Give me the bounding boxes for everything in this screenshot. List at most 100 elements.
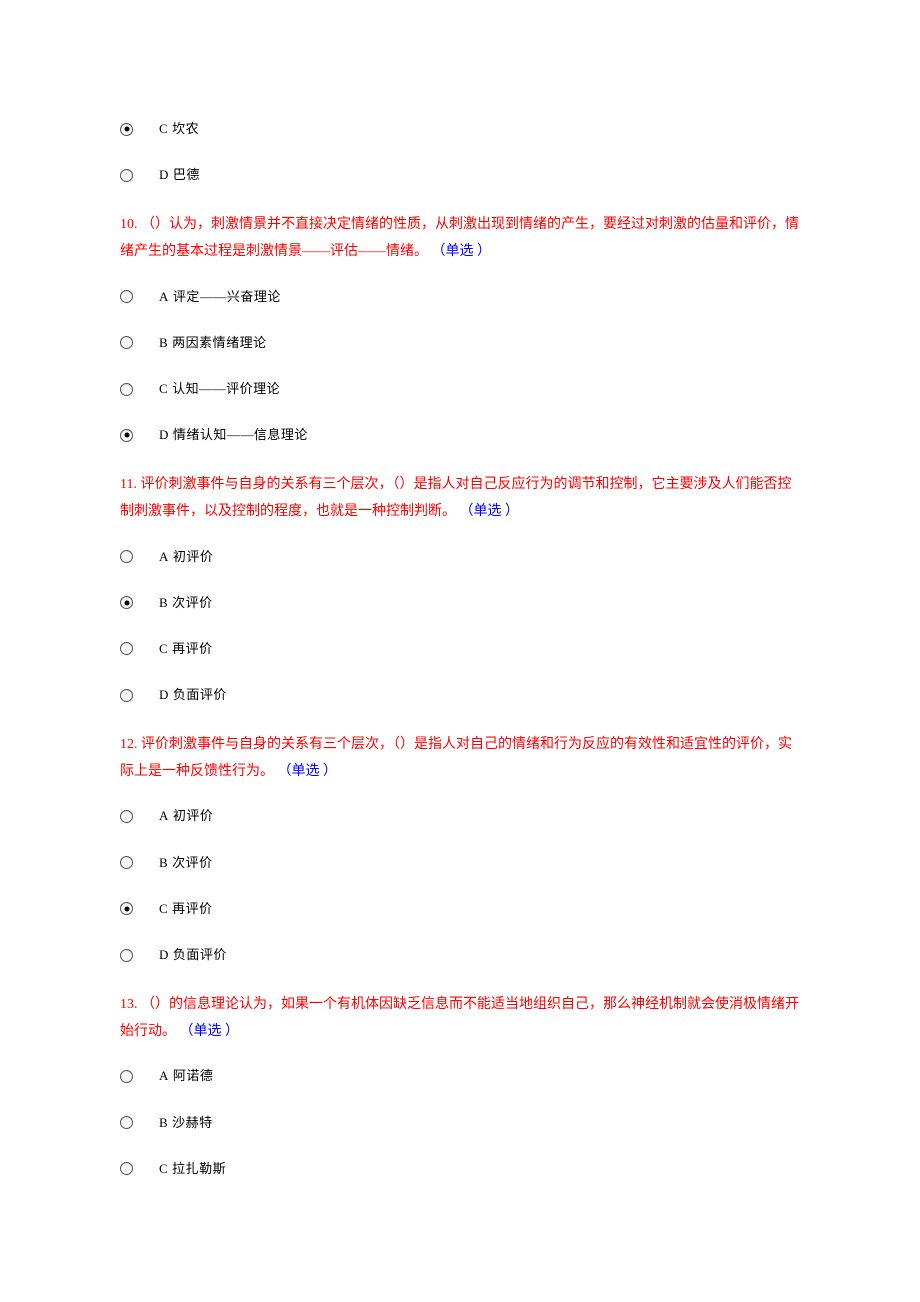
question-text: 13. （）的信息理论认为，如果一个有机体因缺乏信息而不能适当地组织自己，那么神… [120, 992, 800, 1045]
question-block: 12. 评价刺激事件与自身的关系有三个层次，（）是指人对自己的情绪和行为反应的有… [120, 732, 800, 964]
radio-button[interactable] [120, 123, 133, 136]
option-text: 认知——评价理论 [172, 381, 280, 396]
radio-button[interactable] [120, 290, 133, 303]
radio-button[interactable] [120, 596, 133, 609]
option-label: C认知——评价理论 [159, 380, 280, 398]
option-row[interactable]: C 坎农 [120, 120, 800, 138]
option-label: C 再评价 [159, 640, 213, 658]
option-letter: A [159, 808, 169, 823]
option-text: 评定——兴奋理论 [173, 289, 281, 304]
option-row[interactable]: C 再评价 [120, 640, 800, 658]
option-text: 负面评价 [173, 947, 227, 962]
option-label: B 沙赫特 [159, 1114, 213, 1132]
option-letter: A [159, 289, 169, 304]
option-letter: D [159, 687, 169, 702]
option-row[interactable]: D 巴德 [120, 166, 800, 184]
option-letter: C [159, 121, 168, 136]
radio-button[interactable] [120, 383, 133, 396]
question-number: 12. [120, 737, 138, 752]
radio-button[interactable] [120, 856, 133, 869]
option-label: B次评价 [159, 854, 213, 872]
option-label: A 评定——兴奋理论 [159, 288, 281, 306]
option-label: B 两因素情绪理论 [159, 334, 267, 352]
option-letter: C [159, 1161, 168, 1176]
option-label: D 负面评价 [159, 686, 227, 704]
option-text: 巴德 [173, 167, 200, 182]
option-row[interactable]: B次评价 [120, 854, 800, 872]
option-row[interactable]: B 两因素情绪理论 [120, 334, 800, 352]
radio-button[interactable] [120, 429, 133, 442]
option-label: B 次评价 [159, 594, 213, 612]
question-body: 评价刺激事件与自身的关系有三个层次，（）是指人对自己的情绪和行为反应的有效性和适… [120, 737, 792, 779]
radio-button[interactable] [120, 689, 133, 702]
question-number: 10. [120, 217, 138, 232]
option-row[interactable]: D 负面评价 [120, 946, 800, 964]
option-letter: A [159, 1068, 169, 1083]
question-number: 13. [120, 997, 138, 1012]
option-text: 情绪认知——信息理论 [173, 427, 308, 442]
option-label: A初评价 [159, 807, 213, 825]
option-label: D 情绪认知——信息理论 [159, 426, 308, 444]
option-text: 两因素情绪理论 [172, 335, 267, 350]
option-text: 沙赫特 [172, 1115, 213, 1130]
option-text: 再评价 [172, 901, 213, 916]
option-letter: C [159, 901, 168, 916]
question-block: 10. （）认为，刺激情景并不直接决定情绪的性质，从刺激出现到情绪的产生，要经过… [120, 212, 800, 444]
radio-button[interactable] [120, 902, 133, 915]
question-type: （单选 ） [278, 764, 338, 779]
question-block: 13. （）的信息理论认为，如果一个有机体因缺乏信息而不能适当地组织自己，那么神… [120, 992, 800, 1178]
option-letter: B [159, 855, 168, 870]
option-letter: C [159, 641, 168, 656]
radio-button[interactable] [120, 1070, 133, 1083]
option-letter: B [159, 335, 168, 350]
option-row[interactable]: C 再评价 [120, 900, 800, 918]
option-label: C 再评价 [159, 900, 213, 918]
question-number: 11. [120, 477, 137, 492]
question-type: （单选 ） [180, 1024, 240, 1039]
option-row[interactable]: C 拉扎勒斯 [120, 1160, 800, 1178]
option-row[interactable]: C认知——评价理论 [120, 380, 800, 398]
option-row[interactable]: B 沙赫特 [120, 1114, 800, 1132]
question-body: 评价刺激事件与自身的关系有三个层次，（）是指人对自己反应行为的调节和控制，它主要… [120, 477, 791, 519]
option-row[interactable]: D 负面评价 [120, 686, 800, 704]
question-block: 11. 评价刺激事件与自身的关系有三个层次，（）是指人对自己反应行为的调节和控制… [120, 472, 800, 704]
option-text: 负面评价 [173, 687, 227, 702]
option-letter: B [159, 1115, 168, 1130]
option-letter: B [159, 595, 168, 610]
option-text: 阿诺德 [173, 1068, 214, 1083]
option-label: D 巴德 [159, 166, 200, 184]
question-text: 11. 评价刺激事件与自身的关系有三个层次，（）是指人对自己反应行为的调节和控制… [120, 472, 800, 525]
option-letter: D [159, 947, 169, 962]
option-text: 拉扎勒斯 [172, 1161, 226, 1176]
option-row[interactable]: A初评价 [120, 807, 800, 825]
radio-button[interactable] [120, 949, 133, 962]
radio-button[interactable] [120, 1162, 133, 1175]
option-row[interactable]: A 初评价 [120, 548, 800, 566]
question-text: 10. （）认为，刺激情景并不直接决定情绪的性质，从刺激出现到情绪的产生，要经过… [120, 212, 800, 265]
radio-button[interactable] [120, 169, 133, 182]
option-row[interactable]: D 情绪认知——信息理论 [120, 426, 800, 444]
question-text: 12. 评价刺激事件与自身的关系有三个层次，（）是指人对自己的情绪和行为反应的有… [120, 732, 800, 785]
option-label: C 坎农 [159, 120, 199, 138]
option-row[interactable]: A 阿诺德 [120, 1067, 800, 1085]
radio-button[interactable] [120, 1116, 133, 1129]
option-row[interactable]: B 次评价 [120, 594, 800, 612]
option-text: 初评价 [173, 549, 214, 564]
option-letter: A [159, 549, 169, 564]
radio-button[interactable] [120, 810, 133, 823]
radio-button[interactable] [120, 642, 133, 655]
option-letter: D [159, 167, 169, 182]
option-letter: D [159, 427, 169, 442]
quiz-container: C 坎农 D 巴德 10. （）认为，刺激情景并不直接决定情绪的性质，从刺激出现到情绪的… [120, 120, 800, 1178]
radio-button[interactable] [120, 550, 133, 563]
option-text: 再评价 [172, 641, 213, 656]
option-label: D 负面评价 [159, 946, 227, 964]
option-label: A 阿诺德 [159, 1067, 213, 1085]
option-text: 坎农 [172, 121, 199, 136]
question-type: （单选 ） [432, 244, 492, 259]
radio-button[interactable] [120, 336, 133, 349]
option-label: A 初评价 [159, 548, 213, 566]
option-text: 次评价 [172, 595, 213, 610]
option-row[interactable]: A 评定——兴奋理论 [120, 288, 800, 306]
option-label: C 拉扎勒斯 [159, 1160, 226, 1178]
